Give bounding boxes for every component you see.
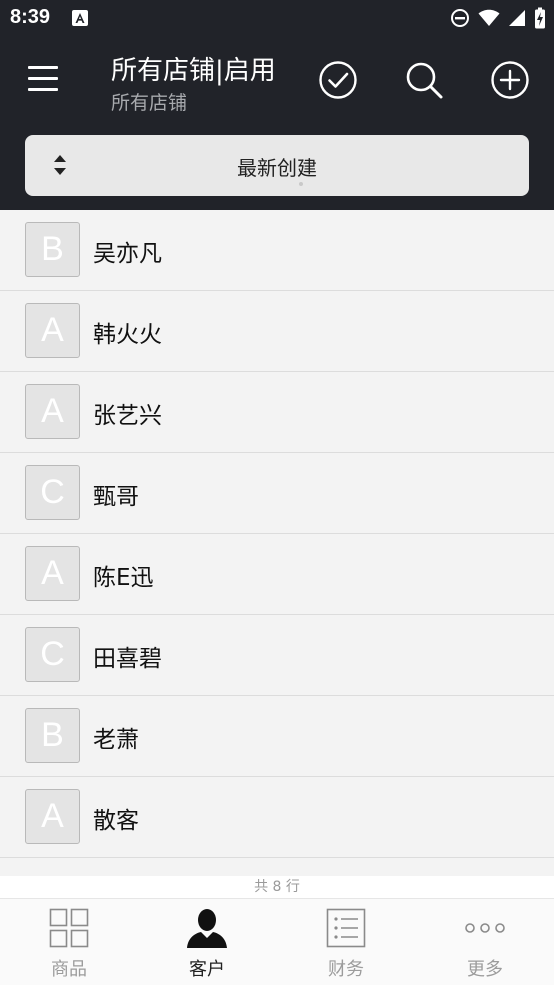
list-item[interactable]: A 张艺兴 [0, 372, 554, 453]
avatar: A [25, 384, 80, 439]
app-header: 所有店铺|启用 所有店铺 最新创建 [0, 36, 554, 210]
avatar: A [25, 789, 80, 844]
signal-icon [509, 10, 525, 26]
tab-products[interactable]: 商品 [0, 899, 138, 985]
avatar: C [25, 627, 80, 682]
sort-label: 最新创建 [237, 156, 317, 180]
tab-finance[interactable]: 财务 [277, 899, 415, 985]
status-time: 8:39 [10, 6, 51, 28]
list-item[interactable]: A 陈E迅 [0, 534, 554, 615]
list-item[interactable]: B 吴亦凡 [0, 210, 554, 291]
battery-charging-icon [535, 7, 545, 29]
list-item[interactable]: B 老萧 [0, 696, 554, 777]
customer-list: B 吴亦凡 A 韩火火 A 张艺兴 C 甄哥 A 陈E迅 C 田喜碧 B 老萧 … [0, 210, 554, 858]
sort-selector[interactable]: 最新创建 [25, 135, 529, 196]
customer-name: 甄哥 [93, 484, 139, 510]
search-icon[interactable] [404, 60, 444, 100]
customer-name: 散客 [93, 808, 139, 834]
dnd-icon [451, 9, 469, 27]
avatar: B [25, 222, 80, 277]
avatar: A [25, 303, 80, 358]
more-dots-icon [465, 923, 505, 933]
grid-icon [49, 908, 89, 948]
customer-name: 老萧 [93, 727, 139, 753]
bottom-tab-bar: 商品 客户 财务 更多 [0, 898, 554, 985]
page-subtitle: 所有店铺 [111, 92, 188, 114]
hamburger-icon[interactable] [28, 66, 58, 92]
list-item[interactable]: C 甄哥 [0, 453, 554, 534]
customer-name: 张艺兴 [93, 403, 162, 429]
customer-name: 吴亦凡 [93, 241, 162, 267]
page-title[interactable]: 所有店铺|启用 [111, 50, 276, 87]
tab-label: 更多 [467, 959, 503, 980]
list-item[interactable]: C 田喜碧 [0, 615, 554, 696]
list-item[interactable]: A 韩火火 [0, 291, 554, 372]
tab-label: 商品 [51, 959, 87, 980]
avatar: C [25, 465, 80, 520]
add-circle-icon[interactable] [490, 60, 530, 100]
check-circle-icon[interactable] [318, 60, 358, 100]
tab-label: 财务 [328, 959, 364, 980]
avatar: A [25, 546, 80, 601]
sort-indicator-dot [299, 182, 303, 186]
customer-name: 陈E迅 [93, 565, 154, 591]
tab-customers[interactable]: 客户 [138, 899, 276, 985]
row-count: 共 8 行 [0, 876, 554, 898]
tab-label: 客户 [189, 959, 225, 980]
customer-name: 田喜碧 [93, 646, 162, 672]
avatar: B [25, 708, 80, 763]
notification-a-icon [72, 10, 88, 26]
status-icons [450, 7, 546, 29]
person-icon [187, 909, 227, 948]
wifi-icon [478, 9, 500, 26]
tab-more[interactable]: 更多 [416, 899, 554, 985]
status-bar: 8:39 [0, 0, 554, 36]
customer-name: 韩火火 [93, 322, 162, 348]
list-icon [326, 908, 366, 948]
list-item[interactable]: A 散客 [0, 777, 554, 858]
